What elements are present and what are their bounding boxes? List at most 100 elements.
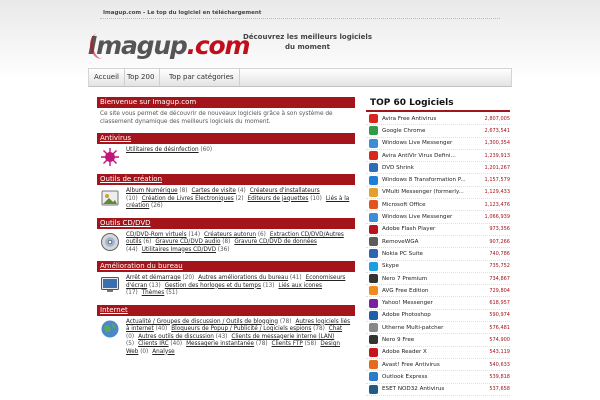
section-title[interactable]: Outils CD/DVD [97,217,355,229]
section-links: CD/DVD-Rom virtuels (14) Créateurs autoru… [126,232,352,255]
category-count: (26) [149,203,163,209]
section-links: Album Numérique (8) Cartes de visite (4) C… [126,188,352,211]
category-link[interactable]: Création de Livres Électroniques [142,196,234,202]
top-sidebar: TOP 60 Logiciels Avira Free Antivirus 2,8… [366,97,510,400]
category-count: (44) [126,246,138,253]
software-name[interactable]: AVG Free Edition [382,288,480,294]
category-link[interactable]: Bloqueurs de Popup / Publicité / Logicie… [171,326,311,332]
category-link[interactable]: Chat [329,326,342,332]
category-link[interactable]: Gravure CD/DVD de données [234,239,317,245]
top-list-item[interactable]: AVG Free Edition 729,804 [366,285,510,298]
top-list-item[interactable]: Skype 735,752 [366,261,510,273]
category-link[interactable]: Thèmes [142,290,165,296]
category-count: (13) [147,282,161,289]
category-link[interactable]: Gestion des horloges et du temps [165,283,261,289]
software-name[interactable]: Utherne Multi-patcher [382,325,480,331]
category-count: (8) [220,239,231,245]
logo-text: Imagup.com [88,30,251,62]
category-link[interactable]: Créateurs autorun [204,232,256,238]
category-link[interactable]: Messagerie instantanée [186,341,254,347]
category-link[interactable]: Autres améliorations du bureau [198,275,288,281]
download-count: 729,804 [489,287,510,294]
category-link[interactable]: Créateurs d'installateurs [250,188,320,194]
top-list-item[interactable]: Nokia PC Suite 740,786 [366,248,510,261]
top-list-item[interactable]: ESET NOD32 Antivirus 537,658 [366,384,510,396]
software-name[interactable]: Nero 9 Free [382,337,480,343]
software-name[interactable]: Nero 7 Premium [382,276,480,282]
download-count: 1,201,267 [484,164,510,171]
top-list-item[interactable]: Windows Live Messenger 1,066,939 [366,211,510,224]
top-list-item[interactable]: Yahoo! Messenger 618,957 [366,297,510,310]
software-name[interactable]: Skype [382,263,480,269]
top-list-item[interactable]: Utherne Multi-patcher 576,481 [366,322,510,335]
section-body: Actualité / Groupes de discussion / Outi… [97,319,355,361]
top-list-item[interactable]: Outlook Express 539,818 [366,371,510,384]
category-link[interactable]: Album Numérique [126,188,178,194]
top-list-item[interactable]: Adobe Flash Player 973,356 [366,224,510,236]
software-name[interactable]: ESET NOD32 Antivirus [382,386,480,392]
software-name[interactable]: RemoveWGA [382,239,480,245]
category-count: (6) [141,239,152,245]
software-name[interactable]: Windows Live Messenger [382,214,480,220]
category-link[interactable]: Editeurs de jaquettes [248,196,309,202]
software-name[interactable]: Windows Live Messenger [382,140,480,146]
section-title[interactable]: Antivirus [97,133,355,144]
software-name[interactable]: Adobe Photoshop [382,312,480,318]
download-count: 539,818 [489,373,510,380]
reader-icon [369,347,378,357]
site-logo[interactable]: Imagup.com [87,30,251,62]
software-name[interactable]: Windows 8 Transformation P... [382,177,480,183]
top-list-item[interactable]: RemoveWGA 907,266 [366,236,510,249]
top-list-item[interactable]: Google Chrome 2,673,541 [366,125,510,138]
software-name[interactable]: Adobe Reader X [382,349,480,355]
software-name[interactable]: Google Chrome [382,128,480,134]
top-list-item[interactable]: Microsoft Office 1,123,476 [366,199,510,212]
category-link[interactable]: Liés aux icones [278,283,322,289]
top-list-item[interactable]: Windows Live Messenger 1,300,354 [366,138,510,150]
top-list-item[interactable]: Nero 7 Premium 734,867 [366,273,510,286]
top-list-item[interactable]: Avira AntiVir Virus Defini... 1,239,913 [366,150,510,163]
category-link[interactable]: Clients de messagerie interne (LAN) [231,334,334,340]
category-link[interactable]: Actualité / Groupes de discussion / Outi… [126,319,278,325]
software-name[interactable]: DVD Shrink [382,165,480,171]
top-list-item[interactable]: VMulti Messenger (formerly... 1,129,433 [366,187,510,200]
download-count: 1,129,433 [484,189,510,196]
category-count: (20) [180,275,195,281]
nav-home[interactable]: Accueil [89,69,125,86]
category-link[interactable]: Autres outils de discussion [138,334,214,340]
category-link[interactable]: CD/DVD-Rom virtuels [126,232,187,238]
top-list-item[interactable]: Avira Free Antivirus 2,807,005 [366,113,510,126]
category-link[interactable]: Utilitaires Images CD/DVD [142,247,216,253]
category-link[interactable]: Clients FTP [272,341,303,347]
nav-top200[interactable]: Top 200 [122,69,161,86]
category-link[interactable]: Utilitaires de désinfection [126,147,199,153]
top-list-item[interactable]: Windows 8 Transformation P... 1,157,579 [366,174,510,187]
software-name[interactable]: Yahoo! Messenger [382,300,480,306]
top-list-item[interactable]: Nero 9 Free 574,900 [366,334,510,347]
section-title[interactable]: Internet [97,304,355,316]
software-name[interactable]: VMulti Messenger (formerly... [382,189,480,195]
top-list-item[interactable]: Adobe Reader X 543,119 [366,347,510,359]
top-list-item[interactable]: DVD Shrink 1,201,267 [366,162,510,175]
photo-icon [100,188,120,208]
category-link[interactable]: Clients IRC [138,341,169,347]
category-link[interactable]: Analyse [152,349,174,355]
category-link[interactable]: Cartes de visite [191,188,235,194]
software-name[interactable]: Adobe Flash Player [382,226,480,232]
software-name[interactable]: Nokia PC Suite [382,251,480,257]
top-list-item[interactable]: Adobe Photoshop 590,974 [366,310,510,323]
category-link[interactable]: Arrêt et démarrage [126,275,181,281]
virus-icon [100,147,120,167]
download-count: 2,807,005 [484,115,510,122]
category-count: (51) [164,290,178,296]
software-name[interactable]: Avira AntiVir Virus Defini... [382,153,480,159]
top-list-item[interactable]: Avast! Free Antivirus 540,633 [366,359,510,372]
software-name[interactable]: Avira Free Antivirus [382,116,480,122]
software-name[interactable]: Microsoft Office [382,202,480,208]
software-name[interactable]: Outlook Express [382,374,480,380]
section-title[interactable]: Amélioration du bureau [97,261,355,272]
category-link[interactable]: Gravure CD/DVD audio [155,239,220,245]
section-title[interactable]: Outils de création [97,174,355,185]
nav-top-categories[interactable]: Top par catégories [164,69,240,86]
software-name[interactable]: Avast! Free Antivirus [382,362,480,368]
